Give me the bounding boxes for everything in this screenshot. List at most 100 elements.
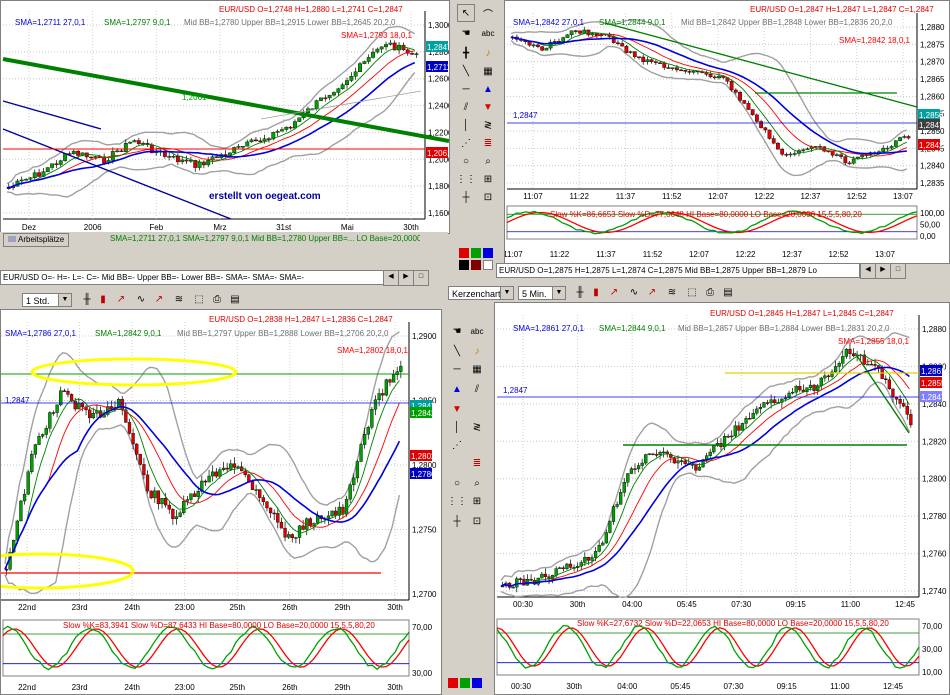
candle-body [624,45,629,53]
line-icon[interactable]: ╲ [457,62,475,80]
cross-icon[interactable]: ┼ [457,188,475,206]
channel-icon[interactable]: ⫽ [468,380,486,398]
circle-icon[interactable]: ○ [448,474,466,492]
calculator-icon[interactable]: ▦ [468,360,486,378]
properties-icon[interactable]: ▤ [228,293,242,307]
candle-icon[interactable]: ▮ [589,286,603,300]
indicator-icon[interactable]: ↗ [607,286,621,300]
wave-icon[interactable]: ∿ [627,286,641,300]
cursor-icon[interactable]: ↖ [457,4,475,22]
circle-icon[interactable]: ○ [457,152,475,170]
candle-body [543,573,548,577]
candle-body [50,163,55,168]
color-swatch-red[interactable] [448,678,458,688]
period-select[interactable]: 1 Std. ▼ [22,293,72,307]
bar-chart-icon[interactable]: ╫ [80,293,94,307]
status-bar-top-left: EUR/USD O=- H=- L=- C=- Mid BB=- Upper B… [0,270,386,285]
cross-icon[interactable]: ┼ [448,512,466,530]
candlestick-chart-5min[interactable]: 1,28801,28601,28401,28201,28001,27801,27… [495,303,949,694]
calculator-icon[interactable]: ▦ [479,62,497,80]
vline-icon[interactable]: │ [448,418,466,436]
compare-icon[interactable]: ≋ [665,286,679,300]
pitchfork-icon[interactable]: ≷ [479,116,497,134]
candle-body [323,97,328,100]
text-icon[interactable]: abc [468,322,486,340]
color-swatch-darkred[interactable] [471,260,481,270]
hand-icon[interactable]: ☚ [457,24,475,42]
properties-icon[interactable]: ▤ [721,286,735,300]
template-icon[interactable]: ⬚ [192,293,206,307]
chart-window-top-left[interactable]: 1,30001,28001,26001,24001,22001,20001,18… [0,0,450,234]
color-swatch-white[interactable] [483,260,493,270]
sell-arrow-icon[interactable]: ▼ [448,400,466,418]
bar-chart-icon[interactable]: ╫ [573,286,587,300]
trend-icon[interactable]: ↗ [645,286,659,300]
compare-icon[interactable]: ≋ [172,293,186,307]
candle-body [730,435,734,438]
scroll-left-icon[interactable]: ◀ [383,270,399,286]
color-swatch-green[interactable] [471,248,481,258]
color-swatch-black[interactable] [459,260,469,270]
color-swatch-blue[interactable] [483,248,493,258]
buy-arrow-icon[interactable]: ▲ [448,380,466,398]
time-tick-label: Mrz [213,223,226,232]
template-icon[interactable]: ⬚ [685,286,699,300]
candle-body [30,453,34,472]
channel-icon[interactable]: ⫽ [457,98,475,116]
color-swatch-red[interactable] [459,248,469,258]
zoom-area-icon[interactable]: ⊡ [468,512,486,530]
color-palette[interactable] [448,678,484,690]
chart-window-bottom-right[interactable]: 1,28801,28601,28401,28201,28001,27801,27… [494,302,950,695]
print-icon[interactable]: ⎙ [703,286,717,300]
indicator-icon[interactable]: ↗ [114,293,128,307]
magnifier-icon[interactable]: ⌕ [468,474,486,492]
color-swatch-green[interactable] [460,678,470,688]
alarm-icon[interactable]: ♪ [479,44,497,62]
hline-icon[interactable]: ─ [457,80,475,98]
zoom-icon[interactable]: □ [890,263,906,279]
alarm-icon[interactable]: ♪ [468,342,486,360]
chart-window-top-right[interactable]: 1,28801,28751,28701,28651,28601,28551,28… [504,0,950,264]
candle-body [288,126,293,129]
legend-bb: Mid BB=1,2842 Upper BB=1,2848 Lower BB=1… [681,18,893,27]
fib-retrace-icon[interactable]: ≣ [479,134,497,152]
text-icon[interactable]: abc [479,24,497,42]
period-select[interactable]: 5 Min. ▼ [518,286,566,300]
chart-type-select[interactable]: Kerzenchart ▼ [448,286,514,300]
candle-body [873,364,877,366]
vline-icon[interactable]: │ [457,116,475,134]
legend-sma-blue: SMA=1,2861 27,0,1 [513,324,584,333]
stochastic-time-label: 11:22 [550,250,570,259]
candlestick-chart-hourly[interactable]: 1,29001,28501,28001,27501,270022nd23rd24… [1,310,441,694]
zoom-area-icon[interactable]: ⊡ [479,188,497,206]
candle-body [712,76,717,79]
grid-icon[interactable]: ⋮⋮ [456,170,476,188]
fib-fan-icon[interactable]: ⋰ [457,134,475,152]
print-icon[interactable]: ⎙ [210,293,224,307]
wave-icon[interactable]: ∿ [134,293,148,307]
line-icon[interactable]: ╲ [448,342,466,360]
magnifier-icon[interactable]: ⌕ [479,152,497,170]
hline-icon[interactable]: ─ [448,360,466,378]
fib-fan-icon[interactable]: ⋰ [448,436,466,454]
trend-icon[interactable]: ↗ [152,293,166,307]
hand-icon[interactable]: ☚ [448,322,466,340]
fib-retrace-icon[interactable]: ≣ [468,454,486,472]
scroll-right-icon[interactable]: ▶ [875,263,891,279]
workspace-tab[interactable]: Arbeitsplätze [3,233,70,247]
zoom-icon[interactable]: □ [413,270,429,286]
sell-arrow-icon[interactable]: ▼ [479,98,497,116]
magnet-icon[interactable]: ⌒ [479,4,497,22]
scroll-left-icon[interactable]: ◀ [860,263,876,279]
crosshair-icon[interactable]: ╋ [457,44,475,62]
period-icon[interactable]: ⊞ [479,170,497,188]
grid-icon[interactable]: ⋮⋮ [447,492,467,510]
pitchfork-icon[interactable]: ≷ [468,418,486,436]
candle-icon[interactable]: ▮ [96,293,110,307]
buy-arrow-icon[interactable]: ▲ [479,80,497,98]
color-palette[interactable] [459,248,493,270]
period-icon[interactable]: ⊞ [468,492,486,510]
scroll-right-icon[interactable]: ▶ [398,270,414,286]
chart-window-bottom-left[interactable]: 1,29001,28501,28001,27501,270022nd23rd24… [0,309,442,695]
color-swatch-blue[interactable] [472,678,482,688]
